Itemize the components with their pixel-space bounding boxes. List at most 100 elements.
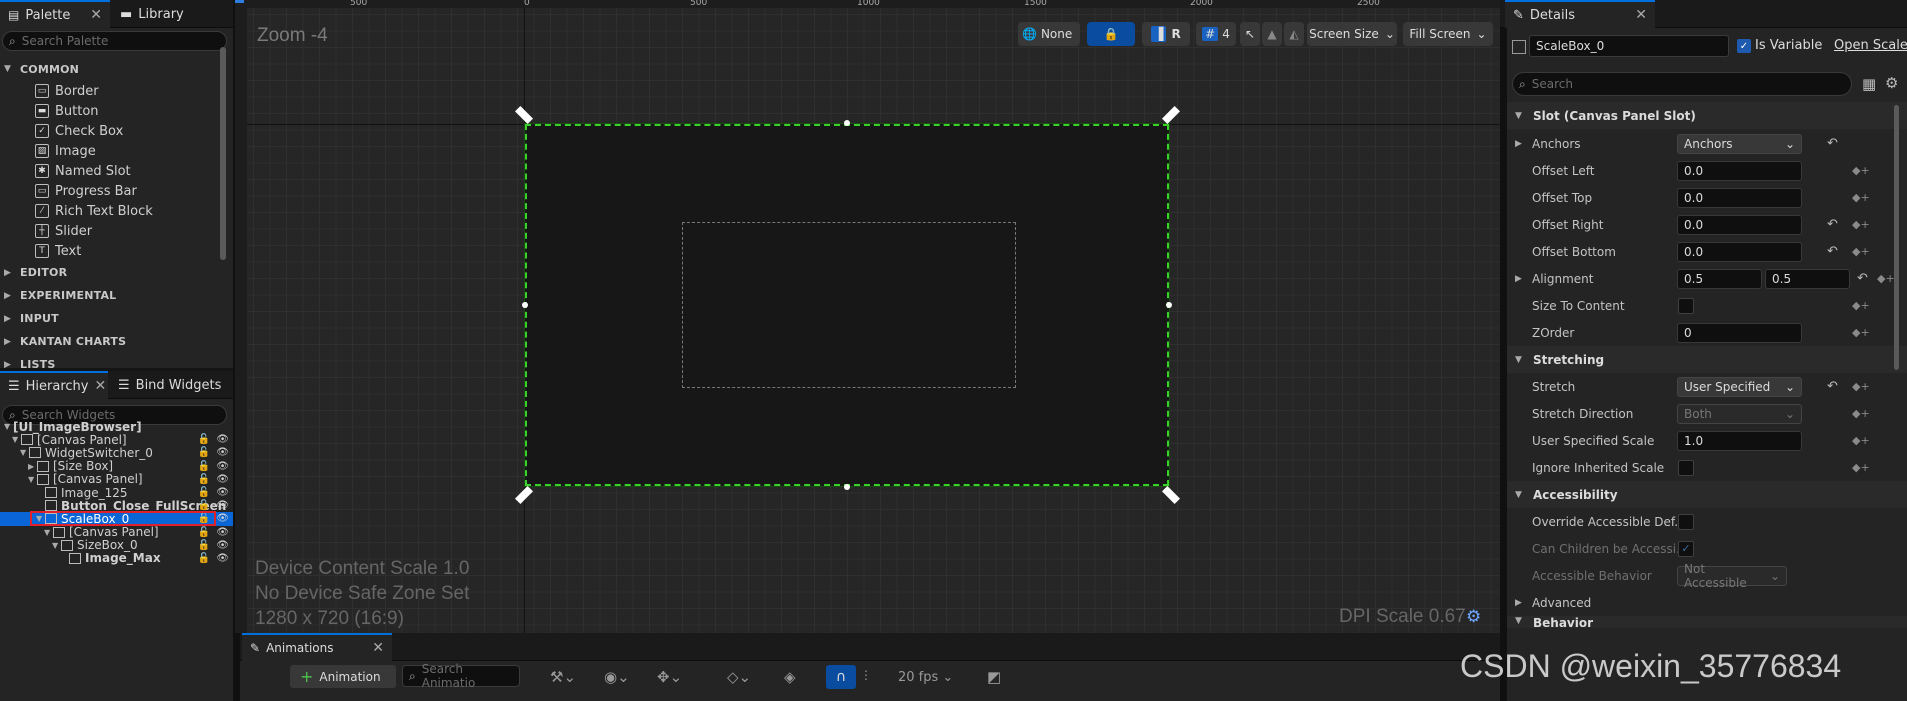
fps-dropdown[interactable]: 20 fps ⌄	[898, 670, 953, 685]
tree-node[interactable]: ▼ [UI_ImageBrowser]	[0, 420, 233, 434]
design-surface[interactable]: Zoom -4 Device Content Scale 1.0 No Devi…	[247, 8, 1500, 633]
child-canvas-outline[interactable]	[682, 222, 1016, 388]
wrench-icon[interactable]: ⚒⌄	[550, 668, 576, 686]
eye-icon[interactable]: 👁	[216, 447, 229, 458]
unlock-icon[interactable]: 🔓	[198, 474, 210, 485]
tree-node[interactable]: ▼ ScaleBox_0 🔓 👁	[0, 511, 233, 527]
key-icon[interactable]: ◈	[784, 668, 796, 686]
palette-search-input[interactable]: ⌕ Search Palette	[2, 31, 227, 51]
eye-icon[interactable]: 👁	[216, 527, 229, 538]
accessible-behavior-dropdown[interactable]: Not Accessible ⌄	[1677, 562, 1787, 590]
cursor-icon[interactable]: ↖	[1240, 22, 1260, 46]
chevron-right-icon[interactable]: ▶	[1515, 139, 1522, 149]
tree-node[interactable]: Image_125 🔓 👁	[0, 486, 233, 500]
reset-icon[interactable]: ↶	[1827, 217, 1838, 232]
keyframe-add-icon[interactable]: ◆+	[1877, 272, 1895, 285]
curve-icon[interactable]: ◩	[987, 668, 1001, 686]
more-icon[interactable]: ⋮	[860, 668, 872, 682]
close-icon[interactable]: ✕	[90, 7, 102, 23]
reset-icon[interactable]: ↶	[1857, 271, 1868, 286]
keyframe-add-icon[interactable]: ◆+	[1852, 218, 1870, 231]
resize-handle-top[interactable]	[844, 120, 850, 126]
keyframe-add-icon[interactable]: ◆+	[1852, 245, 1870, 258]
tab-bind-widgets[interactable]: ☰ Bind Widgets	[110, 371, 232, 399]
palette-scrollbar[interactable]	[220, 47, 226, 260]
keyframe-add-icon[interactable]: ◆+	[1852, 326, 1870, 339]
palette-item[interactable]: ✱ Named Slot	[0, 161, 220, 181]
category-item[interactable]: ▶ EDITOR	[0, 261, 220, 284]
keyframe-add-icon[interactable]: ◆+	[1852, 380, 1870, 393]
chevron-down-icon[interactable]: ▼	[20, 448, 29, 457]
eye-icon[interactable]: 👁	[216, 513, 229, 524]
section-behavior[interactable]: ▼ Behavior	[1507, 616, 1907, 628]
table-view-icon[interactable]: ▦	[1862, 75, 1876, 93]
magnet-icon[interactable]: ∩	[826, 665, 856, 689]
fill-screen-dropdown[interactable]: Fill Screen ⌄	[1403, 22, 1493, 46]
widget-name-field[interactable]: ScaleBox_0	[1529, 35, 1729, 57]
tree-node[interactable]: ▼ [Canvas Panel] 🔓 👁	[0, 433, 233, 447]
resize-handle-left[interactable]	[522, 302, 528, 308]
mirror-icon[interactable]: ◭	[1284, 22, 1304, 46]
paw-icon[interactable]: ✥⌄	[657, 668, 682, 686]
chevron-down-icon[interactable]: ▼	[12, 435, 21, 444]
stretch-direction-dropdown[interactable]: Both ⌄	[1677, 403, 1802, 424]
tree-node[interactable]: ▶ [Size Box] 🔓 👁	[0, 459, 233, 473]
eye-icon[interactable]: 👁	[216, 434, 229, 445]
open-class-link[interactable]: Open ScaleB	[1834, 38, 1907, 53]
palette-item[interactable]: ✓ Check Box	[0, 121, 220, 141]
unlock-icon[interactable]: 🔓	[198, 527, 210, 538]
lock-toggle[interactable]: 🔒	[1087, 22, 1135, 46]
keyframe-add-icon[interactable]: ◆+	[1852, 164, 1870, 177]
offset-right-field[interactable]: 0.0	[1677, 214, 1802, 235]
tab-library[interactable]: ▬ Library	[112, 0, 222, 28]
gear-icon[interactable]: ⚙	[1466, 607, 1481, 627]
resize-handle-right[interactable]	[1166, 302, 1172, 308]
eye-icon[interactable]: 👁	[216, 474, 229, 485]
chevron-right-icon[interactable]: ▶	[28, 462, 37, 471]
alignment-y-field[interactable]: 0.5	[1765, 268, 1850, 289]
unlock-icon[interactable]: 🔓	[198, 447, 210, 458]
chevron-right-icon[interactable]: ▶	[1515, 274, 1522, 284]
scalebox-selection[interactable]	[524, 123, 1170, 487]
ignore-scale-checkbox[interactable]	[1678, 459, 1694, 476]
resize-handle-bottom[interactable]	[844, 484, 850, 490]
section-slot[interactable]: ▼ Slot (Canvas Panel Slot)	[1507, 102, 1907, 129]
tree-node[interactable]: ▼ WidgetSwitcher_0 🔓 👁	[0, 446, 233, 460]
row-advanced[interactable]: ▶ Advanced	[1507, 589, 1907, 616]
is-variable-checkbox[interactable]: ✓	[1737, 39, 1751, 53]
reset-icon[interactable]: ↶	[1827, 379, 1838, 394]
children-accessible-checkbox[interactable]: ✓	[1678, 540, 1694, 557]
reset-icon[interactable]: ↶	[1827, 244, 1838, 259]
palette-item[interactable]: ▨ Image	[0, 141, 220, 161]
palette-item[interactable]: ▭ Progress Bar	[0, 181, 220, 201]
eye-icon[interactable]: ◉⌄	[604, 668, 630, 686]
anchors-dropdown[interactable]: Anchors ⌄	[1677, 133, 1802, 154]
tree-node[interactable]: ▼ [Canvas Panel] 🔓 👁	[0, 525, 233, 539]
palette-item[interactable]: ▭ Border	[0, 81, 220, 101]
eye-icon[interactable]: 👁	[216, 500, 229, 511]
eye-icon[interactable]: 👁	[216, 487, 229, 498]
offset-bottom-field[interactable]: 0.0	[1677, 241, 1802, 262]
keyframe-icon[interactable]: ◇⌄	[727, 668, 751, 686]
anchor-handle-br[interactable]	[1162, 486, 1180, 504]
keyframe-add-icon[interactable]: ◆+	[1852, 461, 1870, 474]
chevron-down-icon[interactable]: ▼	[52, 541, 61, 550]
tab-details[interactable]: ✎ Details ✕	[1505, 0, 1655, 28]
category-item[interactable]: ▶ EXPERIMENTAL	[0, 284, 220, 307]
animation-search-input[interactable]: ⌕ Search Animatio	[402, 662, 520, 690]
eye-icon[interactable]: 👁	[216, 540, 229, 551]
unlock-icon[interactable]: 🔓	[198, 487, 210, 498]
details-search-input[interactable]: ⌕ Search	[1512, 72, 1852, 96]
eye-icon[interactable]: 👁	[216, 553, 229, 564]
unlock-icon[interactable]: 🔓	[198, 434, 210, 445]
respect-locks-toggle[interactable]: ▐ R	[1142, 22, 1190, 46]
palette-item[interactable]: ⁄ Rich Text Block	[0, 201, 220, 221]
image-icon[interactable]: ▲	[1262, 22, 1282, 46]
palette-item[interactable]: T Text	[0, 241, 220, 261]
close-icon[interactable]: ✕	[95, 378, 107, 394]
tab-animations[interactable]: ✎ Animations ✕	[242, 633, 392, 661]
eye-icon[interactable]: 👁	[216, 461, 229, 472]
category-item[interactable]: ▶ INPUT	[0, 307, 220, 330]
user-scale-field[interactable]: 1.0	[1677, 430, 1802, 451]
keyframe-add-icon[interactable]: ◆+	[1852, 191, 1870, 204]
